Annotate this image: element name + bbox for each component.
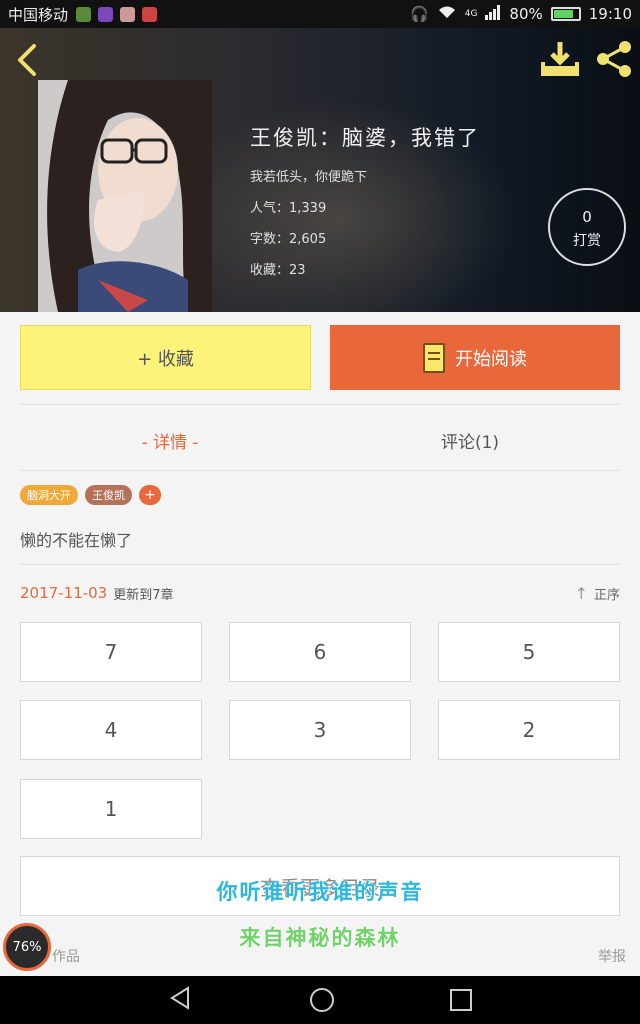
- sort-order-label: 正序: [593, 587, 620, 603]
- chapter-button[interactable]: 6: [229, 622, 411, 682]
- carrier-label: 中国移动: [8, 5, 69, 24]
- collect-button[interactable]: + 收藏: [20, 325, 311, 390]
- book-title: 王俊凯：脑婆，我错了: [250, 126, 480, 150]
- update-date: 2017-11-03: [20, 584, 108, 602]
- tab-comments[interactable]: 评论(1): [320, 420, 620, 460]
- author-works-link[interactable]: 作品: [52, 946, 80, 966]
- divider: [20, 470, 620, 471]
- chevron-left-icon: [18, 44, 36, 76]
- chapter-button[interactable]: 5: [438, 622, 620, 682]
- headphone-icon: 🎧: [410, 5, 429, 23]
- network-type: 4G: [464, 9, 478, 19]
- book-description: 懒的不能在懒了: [20, 531, 133, 550]
- floating-memory-badge[interactable]: 76%: [3, 923, 51, 971]
- signal-icon: [485, 4, 501, 24]
- book-icon: [423, 342, 445, 373]
- app-notification-icon: [76, 6, 92, 22]
- app-notification-icon: [120, 6, 136, 22]
- share-button[interactable]: [594, 40, 634, 78]
- book-header: 王俊凯：脑婆，我错了 我若低头，你便跪下 人气：1,339 字数：2,605 收…: [0, 28, 640, 312]
- nav-home-button[interactable]: [310, 988, 334, 1012]
- lyric-line-1: 你听谁听我谁的声音: [216, 880, 424, 904]
- book-info: 王俊凯：脑婆，我错了 我若低头，你便跪下 人气：1,339 字数：2,605 收…: [250, 122, 480, 290]
- share-icon: [597, 41, 631, 77]
- tag-genre[interactable]: 脑洞大开: [20, 485, 78, 505]
- battery-fill: [553, 10, 573, 18]
- battery-percent: 80%: [509, 5, 543, 23]
- lyric-line-2: 来自神秘的森林: [239, 926, 401, 950]
- chapter-button[interactable]: 7: [20, 622, 202, 682]
- arrow-up-icon: ↑: [574, 583, 588, 603]
- update-text: 更新到7章: [113, 587, 174, 603]
- add-tag-button[interactable]: +: [139, 485, 161, 505]
- tag-list: 脑洞大开 王俊凯 +: [20, 485, 161, 505]
- chapter-button[interactable]: 2: [438, 700, 620, 760]
- tag-character[interactable]: 王俊凯: [85, 485, 132, 505]
- tab-detail[interactable]: - 详情 -: [20, 420, 320, 460]
- popularity-stat: 人气：1,339: [250, 201, 327, 216]
- app-notification-icon: [142, 6, 158, 22]
- start-reading-label: 开始阅读: [455, 348, 527, 370]
- reward-label: 打赏: [573, 233, 601, 249]
- system-nav-bar: [0, 976, 640, 1024]
- report-link[interactable]: 举报: [598, 946, 626, 966]
- chapter-button[interactable]: 3: [229, 700, 411, 760]
- sort-order-toggle[interactable]: ↑ 正序: [575, 584, 620, 603]
- chapter-button[interactable]: 4: [20, 700, 202, 760]
- nav-recents-button[interactable]: [450, 989, 472, 1011]
- wifi-icon: [437, 4, 457, 24]
- clock: 19:10: [588, 5, 632, 23]
- download-button[interactable]: [540, 40, 580, 78]
- start-reading-button[interactable]: 开始阅读: [330, 325, 620, 390]
- update-row: 2017-11-03 更新到7章 ↑ 正序: [20, 582, 620, 604]
- battery-icon: [550, 7, 581, 21]
- collections-stat: 收藏：23: [250, 263, 306, 278]
- divider: [20, 404, 620, 405]
- word-count-stat: 字数：2,605: [250, 232, 327, 247]
- divider: [20, 564, 620, 565]
- back-button[interactable]: [10, 42, 46, 78]
- chapter-button[interactable]: 1: [20, 779, 202, 839]
- book-cover-image: [38, 80, 212, 312]
- book-tagline: 我若低头，你便跪下: [250, 170, 368, 185]
- nav-back-button[interactable]: [168, 985, 194, 1015]
- download-icon: [541, 42, 579, 76]
- triangle-back-icon: [170, 986, 189, 1010]
- status-bar: 中国移动 🎧 4G 80% 19:10: [0, 0, 640, 28]
- reward-count: 0: [582, 208, 592, 226]
- app-notification-icon: [98, 6, 114, 22]
- reward-button[interactable]: 0 打赏: [548, 188, 626, 266]
- notification-icons: [76, 6, 158, 22]
